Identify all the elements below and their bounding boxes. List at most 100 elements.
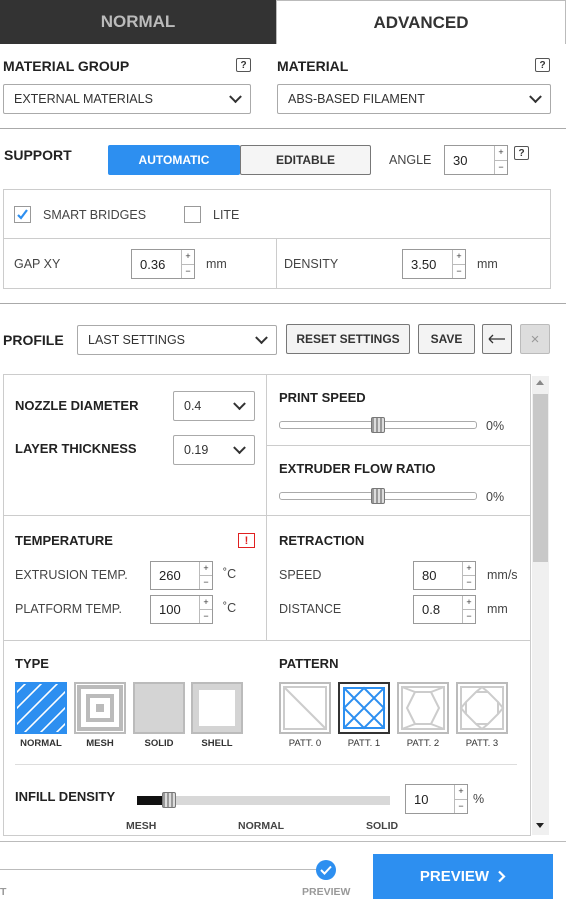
editable-button[interactable]: EDITABLE (240, 145, 371, 175)
density-label: DENSITY (284, 257, 339, 271)
platform-temp-stepper[interactable]: 100 + − (150, 595, 213, 624)
gap-xy-stepper[interactable]: 0.36 + − (131, 249, 195, 279)
decrement-icon[interactable]: − (463, 575, 475, 589)
divider (266, 445, 531, 446)
infill-mark: SOLID (366, 820, 399, 832)
decrement-icon[interactable]: − (453, 263, 465, 279)
scroll-up-icon[interactable] (536, 380, 544, 385)
smart-bridges-checkbox[interactable] (14, 206, 31, 223)
density-stepper[interactable]: 3.50 + − (402, 249, 466, 279)
save-button[interactable]: SAVE (418, 324, 475, 354)
angle-stepper[interactable]: 30 + − (444, 145, 508, 175)
pattern-caption: PATT. 3 (465, 738, 499, 749)
support-label: SUPPORT (4, 147, 72, 163)
pattern-1-icon (342, 686, 386, 730)
decrement-icon[interactable]: − (455, 798, 467, 814)
type-label: TYPE (15, 656, 49, 671)
layer-thickness-label: LAYER THICKNESS (15, 441, 137, 456)
platform-temp-label: PLATFORM TEMP. (15, 602, 122, 616)
decrement-icon[interactable]: − (200, 609, 212, 623)
step-preview-label: PREVIEW (302, 886, 351, 898)
retraction-speed-stepper[interactable]: 80 + − (413, 561, 476, 590)
reset-settings-button[interactable]: RESET SETTINGS (286, 324, 410, 354)
extrusion-temp-unit: ˚C (223, 567, 237, 581)
type-caption: SHELL (201, 738, 233, 749)
layer-thickness-select[interactable]: 0.19 (173, 435, 255, 465)
warning-icon[interactable]: ! (238, 533, 255, 548)
pattern-3-icon (459, 685, 505, 731)
profile-select[interactable]: LAST SETTINGS (77, 325, 277, 355)
slider-handle[interactable] (371, 417, 385, 433)
lite-label: LITE (213, 208, 240, 222)
angle-label: ANGLE (389, 153, 432, 167)
help-icon[interactable]: ? (236, 58, 251, 72)
chevron-down-icon (529, 90, 542, 104)
step-complete-icon (316, 860, 336, 880)
increment-icon[interactable]: + (200, 596, 212, 609)
decrement-icon[interactable]: − (463, 609, 475, 623)
scrollbar-thumb[interactable] (533, 394, 548, 562)
type-solid-tile[interactable] (133, 682, 185, 734)
infill-density-stepper[interactable]: 10 + − (405, 784, 468, 814)
preview-button[interactable]: PREVIEW (373, 854, 553, 899)
increment-icon[interactable]: + (495, 146, 507, 160)
support-options-panel (3, 189, 551, 289)
chevron-down-icon (255, 331, 268, 345)
increment-icon[interactable]: + (200, 562, 212, 575)
increment-icon[interactable]: + (182, 250, 194, 264)
type-mesh-tile[interactable] (74, 682, 126, 734)
pattern-2-tile[interactable] (397, 682, 449, 734)
material-value: ABS-BASED FILAMENT (288, 92, 425, 106)
temperature-label: TEMPERATURE (15, 533, 113, 548)
extrusion-temp-stepper[interactable]: 260 + − (150, 561, 213, 590)
close-button[interactable]: × (520, 324, 550, 354)
back-arrow-button[interactable] (482, 324, 512, 354)
increment-icon[interactable]: + (455, 785, 467, 799)
gap-xy-label: GAP XY (14, 257, 61, 271)
angle-value: 30 (453, 152, 468, 168)
layer-thickness-value: 0.19 (184, 443, 209, 457)
material-group-label: MATERIAL GROUP (3, 58, 130, 74)
increment-icon[interactable]: + (463, 596, 475, 609)
slider-handle[interactable] (371, 488, 385, 504)
print-speed-label: PRINT SPEED (279, 390, 366, 405)
decrement-icon[interactable]: − (182, 263, 194, 279)
check-icon (17, 209, 28, 220)
increment-icon[interactable]: + (453, 250, 465, 264)
lite-checkbox[interactable] (184, 206, 201, 223)
decrement-icon[interactable]: − (495, 159, 507, 175)
tab-advanced[interactable]: ADVANCED (276, 0, 566, 44)
extrusion-temp-label: EXTRUSION TEMP. (15, 568, 128, 582)
decrement-icon[interactable]: − (200, 575, 212, 589)
retraction-distance-stepper[interactable]: 0.8 + − (413, 595, 476, 624)
scroll-down-icon[interactable] (536, 823, 544, 828)
solid-infill-icon (135, 684, 183, 732)
pattern-1-tile[interactable] (338, 682, 390, 734)
pattern-caption: PATT. 2 (406, 738, 440, 749)
progress-line (0, 869, 326, 870)
increment-icon[interactable]: + (463, 562, 475, 575)
type-normal-tile[interactable] (12, 679, 70, 737)
help-icon[interactable]: ? (535, 58, 550, 72)
profile-label: PROFILE (3, 332, 64, 348)
pattern-2-icon (401, 686, 445, 730)
profile-value: LAST SETTINGS (88, 333, 186, 347)
automatic-button[interactable]: AUTOMATIC (108, 145, 240, 175)
print-speed-value: 0% (486, 419, 505, 433)
platform-temp-value: 100 (159, 602, 181, 617)
material-group-select[interactable]: EXTERNAL MATERIALS (3, 84, 251, 114)
material-select[interactable]: ABS-BASED FILAMENT (277, 84, 551, 114)
help-icon[interactable]: ? (514, 146, 529, 160)
pattern-3-tile[interactable] (456, 682, 508, 734)
type-caption: SOLID (144, 738, 174, 749)
pattern-0-tile[interactable] (279, 682, 331, 734)
type-shell-tile[interactable] (191, 682, 243, 734)
preview-button-label: PREVIEW (419, 868, 490, 885)
tab-normal[interactable]: NORMAL (0, 0, 276, 44)
smart-bridges-label: SMART BRIDGES (43, 208, 147, 222)
divider (3, 515, 531, 516)
divider (276, 238, 277, 289)
nozzle-diameter-select[interactable]: 0.4 (173, 391, 255, 421)
extrusion-temp-value: 260 (159, 568, 181, 583)
slider-handle[interactable] (162, 792, 176, 808)
